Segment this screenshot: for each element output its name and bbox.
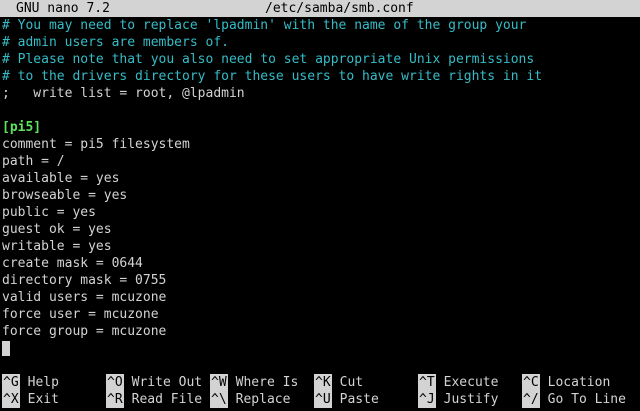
shortcut-key: ^\ <box>210 391 228 408</box>
editor-line[interactable]: force user = mcuzone <box>2 306 638 323</box>
shortcut-execute[interactable]: ^T Execute <box>418 374 498 391</box>
editor-line[interactable]: directory mask = 0755 <box>2 272 638 289</box>
shortcut-key: ^G <box>2 374 20 391</box>
editor-line[interactable]: writable = yes <box>2 238 638 255</box>
shortcut-key: ^U <box>314 391 332 408</box>
shortcut-label: Justify <box>443 392 499 407</box>
editor-line[interactable]: # You may need to replace 'lpadmin' with… <box>2 17 638 34</box>
title-bar: GNU nano 7.2 /etc/samba/smb.conf <box>0 0 640 17</box>
shortcut-key: ^/ <box>522 391 540 408</box>
editor-line[interactable]: create mask = 0644 <box>2 255 638 272</box>
shortcut-key: ^X <box>2 391 20 408</box>
shortcut-label: Exit <box>27 392 59 407</box>
shortcut-label: Help <box>27 375 59 390</box>
shortcut-label: Cut <box>339 375 364 390</box>
editor-cursor-line[interactable] <box>2 340 638 357</box>
shortcut-location[interactable]: ^C Location <box>522 374 610 391</box>
editor-line-section-header[interactable]: [pi5] <box>2 119 638 136</box>
shortcut-paste[interactable]: ^U Paste <box>314 391 379 408</box>
shortcut-label: Where Is <box>235 375 299 390</box>
shortcut-justify[interactable]: ^J Justify <box>418 391 498 408</box>
editor-line[interactable]: browseable = yes <box>2 187 638 204</box>
shortcut-where-is[interactable]: ^W Where Is <box>210 374 298 391</box>
shortcut-key: ^C <box>522 374 540 391</box>
shortcut-replace[interactable]: ^\ Replace <box>210 391 290 408</box>
shortcut-row: ^X Exit ^R Read File ^\ Replace ^U Paste ^J J… <box>0 391 640 408</box>
shortcut-label: Location <box>547 375 611 390</box>
editor-line[interactable]: # Please note that you also need to set … <box>2 51 638 68</box>
shortcut-label: Write Out <box>131 375 203 390</box>
editor-line[interactable]: path = / <box>2 153 638 170</box>
editor-line[interactable]: # to the drivers directory for these use… <box>2 68 638 85</box>
editor-line[interactable]: ; write list = root, @lpadmin <box>2 85 638 102</box>
shortcut-key: ^W <box>210 374 228 391</box>
shortcut-bar: ^G Help ^O Write Out ^W Where Is ^K Cut ^T Ex… <box>0 374 640 408</box>
shortcut-key: ^O <box>106 374 124 391</box>
app-name: GNU nano 7.2 <box>16 1 110 16</box>
shortcut-key: ^T <box>418 374 436 391</box>
editor-line[interactable]: available = yes <box>2 170 638 187</box>
shortcut-write-out[interactable]: ^O Write Out <box>106 374 202 391</box>
shortcut-label: Execute <box>443 375 499 390</box>
file-name: /etc/samba/smb.conf <box>265 1 414 16</box>
shortcut-label: Read File <box>131 392 203 407</box>
shortcut-go-to-line[interactable]: ^/ Go To Line <box>522 391 626 408</box>
editor-area[interactable]: # You may need to replace 'lpadmin' with… <box>2 17 638 357</box>
shortcut-row: ^G Help ^O Write Out ^W Where Is ^K Cut ^T Ex… <box>0 374 640 391</box>
shortcut-read-file[interactable]: ^R Read File <box>106 391 202 408</box>
shortcut-label: Paste <box>339 392 379 407</box>
editor-line[interactable]: valid users = mcuzone <box>2 289 638 306</box>
text-cursor <box>2 341 10 356</box>
shortcut-label: Replace <box>235 392 291 407</box>
shortcut-label: Go To Line <box>547 392 626 407</box>
editor-line[interactable]: public = yes <box>2 204 638 221</box>
editor-line[interactable]: guest ok = yes <box>2 221 638 238</box>
shortcut-help[interactable]: ^G Help <box>2 374 59 391</box>
shortcut-cut[interactable]: ^K Cut <box>314 374 363 391</box>
editor-line[interactable] <box>2 102 638 119</box>
editor-line[interactable]: force group = mcuzone <box>2 323 638 340</box>
editor-line[interactable]: comment = pi5 filesystem <box>2 136 638 153</box>
shortcut-key: ^K <box>314 374 332 391</box>
shortcut-key: ^J <box>418 391 436 408</box>
shortcut-exit[interactable]: ^X Exit <box>2 391 59 408</box>
shortcut-key: ^R <box>106 391 124 408</box>
editor-line[interactable]: # admin users are members of. <box>2 34 638 51</box>
